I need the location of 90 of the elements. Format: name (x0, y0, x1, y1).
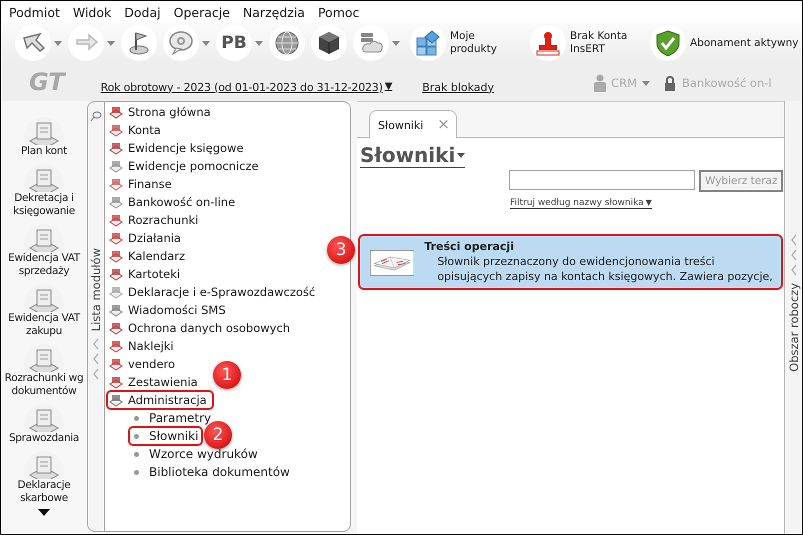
logo: GT (29, 68, 65, 96)
scroll-down-icon[interactable] (38, 509, 50, 516)
module-item[interactable]: vendero (109, 355, 182, 373)
submodule-item[interactable]: Słowniki (129, 427, 202, 445)
bullet-icon (134, 470, 139, 474)
toolbar-button[interactable]: Moje produkty (410, 25, 520, 61)
shortcut-button[interactable]: Dekretacja i księgowanie (1, 162, 87, 218)
module-icon (109, 393, 123, 407)
toolbar-button[interactable] (269, 25, 305, 61)
module-item[interactable]: Działania (109, 229, 187, 247)
module-item[interactable]: Administracja (107, 391, 213, 409)
shortcut-button[interactable]: Deklaracje skarbowe (1, 449, 87, 505)
lock-icon (664, 76, 676, 90)
caret-icon (255, 40, 263, 46)
caret-icon (457, 152, 466, 158)
speech-bubble-icon (168, 30, 194, 56)
module-icon (109, 303, 123, 317)
caret-icon (107, 40, 115, 46)
toolbar-button[interactable]: Abonament aktywny (650, 25, 798, 61)
menu-item[interactable]: Pomoc (312, 4, 366, 20)
module-icon (109, 285, 123, 299)
menu-item[interactable]: Narzędzia (236, 4, 312, 20)
module-item[interactable]: Wiadomości SMS (109, 301, 232, 319)
module-icon (109, 105, 123, 119)
cube-icon (316, 30, 342, 56)
dictionary-description: Słownik przeznaczony do ewidencjonowania treści opisujących zapisy na kontach księgowych. Zawiera pozycje, (436, 254, 773, 284)
shortcut-button[interactable]: Rozrachunki wg dokumentów (1, 342, 87, 398)
module-icon (109, 177, 123, 191)
stamp-icon (535, 30, 561, 56)
shield-icon (655, 30, 681, 56)
toolbar-button[interactable] (311, 25, 347, 61)
module-icon (109, 249, 123, 263)
bullet-icon (134, 416, 139, 420)
module-item[interactable]: Strona główna (109, 103, 217, 121)
module-item[interactable]: Zestawienia (109, 373, 204, 391)
module-item[interactable]: Kalendarz (109, 247, 192, 265)
caret-icon (202, 40, 210, 46)
module-icon (109, 213, 123, 227)
module-item[interactable]: Rozrachunki (109, 211, 204, 229)
module-item[interactable]: Ochrona danych osobowych (109, 319, 296, 337)
module-item[interactable]: Ewidencje pomocnicze (109, 157, 265, 175)
window-grid-icon (415, 30, 441, 56)
module-icon (109, 357, 123, 371)
module-icon (109, 195, 123, 209)
module-item[interactable]: Bankowość on-line (109, 193, 242, 211)
toolbar-button[interactable] (121, 25, 157, 61)
caret-icon (642, 80, 650, 86)
module-item[interactable]: Deklaracje i e-Sprawozdawczość (109, 283, 322, 301)
module-item[interactable]: Konta (109, 121, 167, 139)
module-icon (109, 267, 123, 281)
person-icon (594, 74, 606, 92)
filter-dropdown[interactable]: Filtruj według nazwy słownika ▼ (510, 198, 652, 209)
menu-item[interactable]: Widok (66, 4, 118, 20)
module-icon (109, 141, 123, 155)
menu-item[interactable]: Podmiot (3, 4, 67, 20)
module-item[interactable]: Ewidencje księgowe (109, 139, 250, 157)
menu-item[interactable]: Dodaj (118, 4, 168, 20)
shortcut-button[interactable]: Ewidencja VAT sprzedaży (1, 222, 87, 278)
bullet-icon (134, 434, 139, 438)
module-icon (109, 321, 123, 335)
shortcut-button[interactable]: Ewidencja VAT zakupu (1, 282, 87, 338)
module-icon (109, 339, 123, 353)
tab[interactable]: Słowniki × (369, 110, 457, 138)
dictionary-item[interactable]: Treści operacji Słownik przeznaczony do ewidencjonowania treści opisujących zapisy na kontach księgowych. Zawiera pozycje, (360, 236, 781, 288)
shortcut-button[interactable]: Plan kont (21, 115, 67, 158)
module-icon (109, 123, 123, 137)
caret-icon (392, 40, 400, 46)
search-field[interactable] (509, 170, 695, 190)
menu-item[interactable]: Operacje (168, 4, 237, 20)
bullet-icon (134, 452, 139, 456)
module-item[interactable]: Kartoteki (109, 265, 186, 283)
submodule-item[interactable]: Biblioteka dokumentów (109, 463, 294, 481)
period-selector[interactable]: Rok obrotowy - 2023 (od 01-01-2023 do 31-12-2023) ▼ (100, 80, 392, 94)
module-item[interactable]: Naklejki (109, 337, 180, 355)
toolbar-button[interactable]: Brak Konta InsERT (530, 25, 640, 61)
caret-icon (54, 40, 62, 46)
panel-title: Obszar roboczy (786, 283, 800, 372)
toolbar-button[interactable] (15, 25, 62, 61)
shortcut-button[interactable]: Sprawozdania (8, 402, 80, 445)
globe-icon (274, 30, 300, 56)
module-item[interactable]: Finanse (109, 175, 178, 193)
module-icon (109, 375, 123, 389)
module-icon (109, 159, 123, 173)
page-title-dropdown[interactable]: Słowniki (360, 143, 466, 168)
dictionary-title: Treści operacji (424, 240, 515, 253)
collapse-arrows-icon[interactable] (790, 233, 798, 277)
lock-status-link[interactable]: Brak blokady (422, 80, 494, 94)
module-icon (109, 231, 123, 245)
panel-title: Lista modułów (89, 248, 103, 332)
collapse-arrows-icon[interactable] (92, 337, 100, 382)
